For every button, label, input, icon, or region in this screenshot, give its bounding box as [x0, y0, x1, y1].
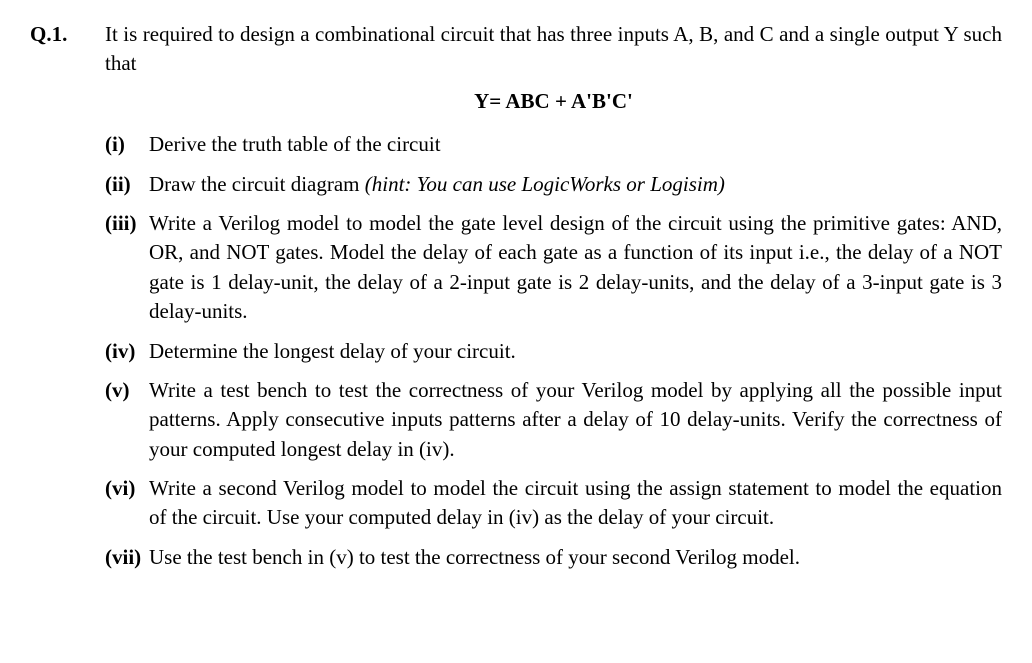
- subpart-v: (v) Write a test bench to test the corre…: [105, 376, 1002, 464]
- subpart-content: Write a Verilog model to model the gate …: [149, 209, 1002, 327]
- question-equation: Y= ABC + A'B'C': [105, 87, 1002, 116]
- subpart-content: Derive the truth table of the circuit: [149, 130, 1002, 159]
- subpart-vi: (vi) Write a second Verilog model to mod…: [105, 474, 1002, 533]
- subpart-i: (i) Derive the truth table of the circui…: [105, 130, 1002, 159]
- subpart-marker: (i): [105, 130, 149, 159]
- subpart-marker: (iii): [105, 209, 149, 238]
- subpart-content: Write a test bench to test the correctne…: [149, 376, 1002, 464]
- subpart-marker: (vii): [105, 543, 149, 572]
- subpart-vii: (vii) Use the test bench in (v) to test …: [105, 543, 1002, 572]
- subpart-ii: (ii) Draw the circuit diagram (hint: You…: [105, 170, 1002, 199]
- subparts-list: (i) Derive the truth table of the circui…: [105, 130, 1002, 572]
- subpart-content: Determine the longest delay of your circ…: [149, 337, 1002, 366]
- subpart-marker: (iv): [105, 337, 149, 366]
- question-container: Q.1. It is required to design a combinat…: [30, 20, 1002, 582]
- subpart-content: Draw the circuit diagram (hint: You can …: [149, 170, 1002, 199]
- subpart-marker: (ii): [105, 170, 149, 199]
- question-number: Q.1.: [30, 20, 85, 582]
- subpart-iv: (iv) Determine the longest delay of your…: [105, 337, 1002, 366]
- subpart-iii: (iii) Write a Verilog model to model the…: [105, 209, 1002, 327]
- subpart-content: Write a second Verilog model to model th…: [149, 474, 1002, 533]
- question-intro: It is required to design a combinational…: [105, 20, 1002, 79]
- subpart-marker: (v): [105, 376, 149, 405]
- subpart-content: Use the test bench in (v) to test the co…: [149, 543, 1002, 572]
- question-body: It is required to design a combinational…: [105, 20, 1002, 582]
- subpart-marker: (vi): [105, 474, 149, 503]
